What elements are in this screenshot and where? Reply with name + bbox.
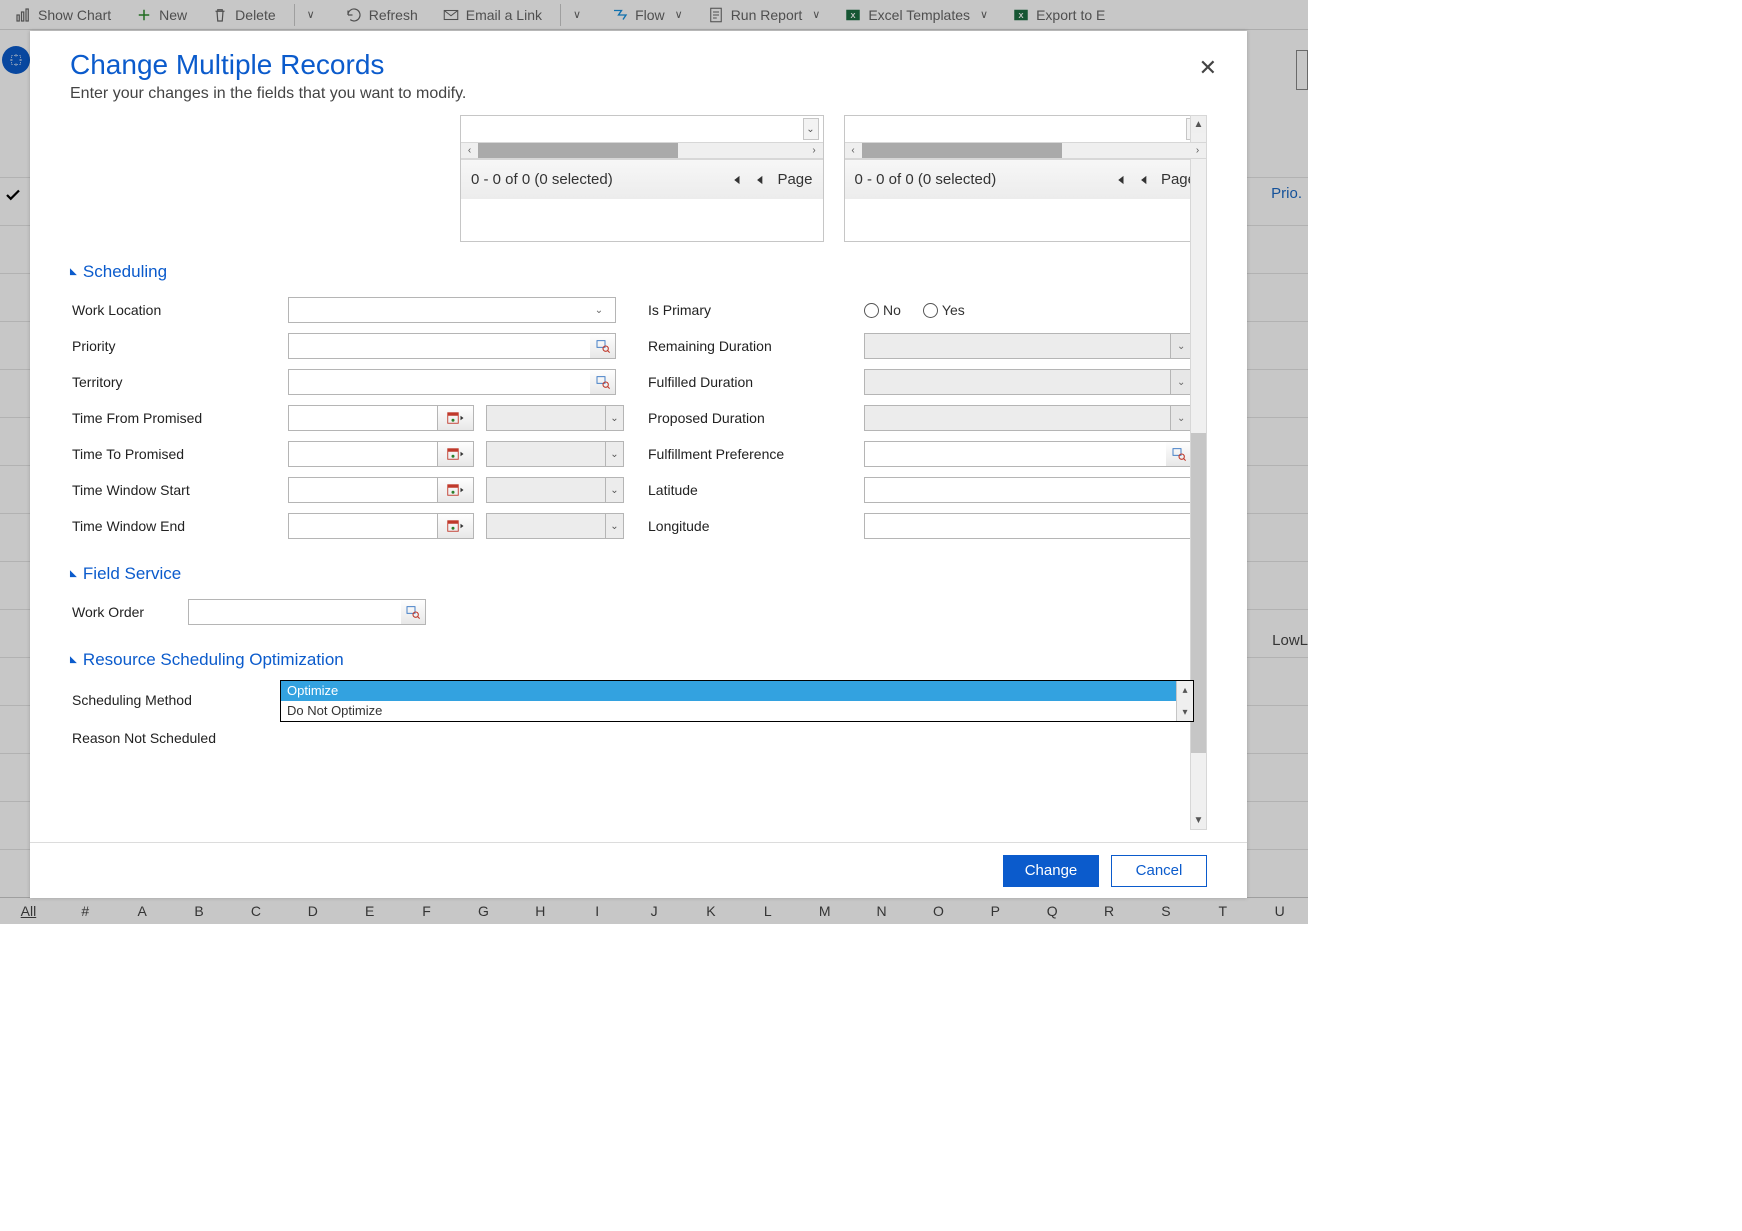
is-primary-no[interactable]: No	[864, 302, 901, 318]
label-fulfilled-duration: Fulfilled Duration	[646, 374, 864, 390]
lookup-icon	[405, 604, 421, 620]
cancel-button[interactable]: Cancel	[1111, 855, 1207, 887]
subgrid-left: ⌄ ‹ › 0 - 0 of 0 (0 selected) Page	[460, 115, 824, 242]
chevron-down-icon[interactable]: ⌄	[605, 441, 624, 467]
label-time-to-promised: Time To Promised	[70, 446, 288, 462]
scroll-left-icon[interactable]: ‹	[461, 143, 478, 158]
time-from-promised-date[interactable]	[288, 405, 438, 431]
section-scheduling[interactable]: Scheduling	[70, 262, 1207, 282]
time-to-promised-time[interactable]	[486, 441, 605, 467]
label-fulfillment-preference: Fulfillment Preference	[646, 446, 864, 462]
section-rso[interactable]: Resource Scheduling Optimization	[70, 650, 1207, 670]
time-from-promised-time[interactable]	[486, 405, 605, 431]
dialog-subtitle: Enter your changes in the fields that yo…	[70, 85, 1207, 103]
is-primary-yes[interactable]: Yes	[923, 302, 965, 318]
work-order-input[interactable]	[188, 599, 401, 625]
close-button[interactable]: ✕	[1199, 55, 1217, 81]
hscrollbar[interactable]: ‹ ›	[845, 142, 1207, 159]
lookup-button[interactable]	[590, 369, 616, 395]
dropdown-option-optimize[interactable]: Optimize	[281, 681, 1176, 701]
scroll-up-icon[interactable]: ▲	[1191, 116, 1206, 133]
label-is-primary: Is Primary	[646, 302, 864, 318]
dialog-footer: Change Cancel	[30, 842, 1247, 898]
label-scheduling-method: Scheduling Method	[70, 680, 280, 708]
scroll-right-icon[interactable]: ›	[806, 143, 823, 158]
remaining-duration-input[interactable]	[864, 333, 1171, 359]
scroll-left-icon[interactable]: ‹	[845, 143, 862, 158]
dialog-scrollbar[interactable]: ▲ ▼	[1190, 115, 1207, 830]
lookup-icon	[1171, 446, 1187, 462]
label-latitude: Latitude	[646, 482, 864, 498]
chevron-down-icon[interactable]: ⌄	[605, 477, 624, 503]
label-time-from-promised: Time From Promised	[70, 410, 288, 426]
prev-page-icon[interactable]	[753, 173, 767, 187]
radio-icon	[923, 303, 938, 318]
chevron-down-icon[interactable]: ⌄	[1171, 405, 1192, 431]
work-location-select[interactable]: ⌄	[288, 297, 616, 323]
time-window-end-date[interactable]	[288, 513, 438, 539]
calendar-button[interactable]	[438, 441, 474, 467]
calendar-icon	[447, 447, 465, 461]
time-window-end-time[interactable]	[486, 513, 605, 539]
first-page-icon[interactable]	[1113, 173, 1127, 187]
prev-page-icon[interactable]	[1137, 173, 1151, 187]
scroll-right-icon[interactable]: ›	[1189, 143, 1206, 158]
calendar-button[interactable]	[438, 477, 474, 503]
scroll-down-icon[interactable]: ▼	[1191, 812, 1206, 829]
calendar-icon	[447, 519, 465, 533]
lookup-button[interactable]	[1166, 441, 1192, 467]
subgrid-status: 0 - 0 of 0 (0 selected)	[471, 171, 613, 188]
lookup-button[interactable]	[590, 333, 616, 359]
label-reason-not-scheduled: Reason Not Scheduled	[70, 730, 280, 746]
chevron-down-icon[interactable]: ⌄	[1171, 369, 1192, 395]
time-window-start-time[interactable]	[486, 477, 605, 503]
label-work-order: Work Order	[70, 604, 188, 620]
fulfilled-duration-input[interactable]	[864, 369, 1171, 395]
fulfillment-preference-input[interactable]	[864, 441, 1166, 467]
label-remaining-duration: Remaining Duration	[646, 338, 864, 354]
calendar-icon	[447, 411, 465, 425]
lookup-icon	[595, 374, 611, 390]
dropdown-option-do-not-optimize[interactable]: Do Not Optimize	[281, 701, 1176, 721]
label-work-location: Work Location	[70, 302, 288, 318]
subgrid-right: ⌄ ‹ › 0 - 0 of 0 (0 selected) Page	[844, 115, 1208, 242]
label-territory: Territory	[70, 374, 288, 390]
hscrollbar[interactable]: ‹ ›	[461, 142, 823, 159]
label-proposed-duration: Proposed Duration	[646, 410, 864, 426]
chevron-down-icon[interactable]: ⌄	[605, 405, 624, 431]
label-priority: Priority	[70, 338, 288, 354]
dialog-title: Change Multiple Records	[70, 49, 1207, 81]
label-time-window-end: Time Window End	[70, 518, 288, 534]
first-page-icon[interactable]	[729, 173, 743, 187]
time-to-promised-date[interactable]	[288, 441, 438, 467]
lookup-icon	[595, 338, 611, 354]
label-time-window-start: Time Window Start	[70, 482, 288, 498]
longitude-input[interactable]	[864, 513, 1192, 539]
chevron-down-icon[interactable]: ⌄	[1171, 333, 1192, 359]
time-window-start-date[interactable]	[288, 477, 438, 503]
lookup-button[interactable]	[401, 599, 426, 625]
territory-input[interactable]	[288, 369, 590, 395]
calendar-button[interactable]	[438, 513, 474, 539]
scheduling-method-dropdown[interactable]: Optimize Do Not Optimize ▴▾	[280, 680, 1194, 722]
chevron-down-icon: ⌄	[587, 305, 611, 316]
change-multiple-records-dialog: Change Multiple Records Enter your chang…	[30, 31, 1247, 898]
calendar-button[interactable]	[438, 405, 474, 431]
page-label: Page	[777, 171, 812, 188]
priority-input[interactable]	[288, 333, 590, 359]
chevron-down-icon[interactable]: ⌄	[605, 513, 624, 539]
subgrid-status: 0 - 0 of 0 (0 selected)	[855, 171, 997, 188]
change-button[interactable]: Change	[1003, 855, 1099, 887]
chevron-down-icon[interactable]: ⌄	[803, 118, 819, 140]
dropdown-scrollbar[interactable]: ▴▾	[1176, 681, 1193, 721]
calendar-icon	[447, 483, 465, 497]
label-longitude: Longitude	[646, 518, 864, 534]
proposed-duration-input[interactable]	[864, 405, 1171, 431]
radio-icon	[864, 303, 879, 318]
section-field-service[interactable]: Field Service	[70, 564, 1207, 584]
latitude-input[interactable]	[864, 477, 1192, 503]
